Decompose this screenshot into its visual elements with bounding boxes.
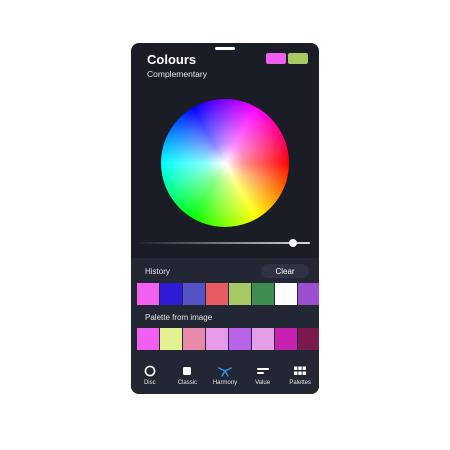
tab-label: Disc (143, 380, 156, 386)
palette-swatch[interactable] (137, 328, 160, 350)
tab-label: Palettes (289, 380, 312, 386)
history-label: History (145, 267, 170, 276)
history-swatch[interactable] (229, 283, 252, 305)
clear-history-button[interactable]: Clear (261, 264, 309, 278)
colour-wheel[interactable] (161, 99, 289, 227)
tab-harmony[interactable]: Harmony (206, 359, 244, 394)
tab-label: Harmony (212, 380, 238, 386)
history-swatch[interactable] (206, 283, 229, 305)
palette-swatch[interactable] (252, 328, 275, 350)
palette-swatch[interactable] (229, 328, 252, 350)
palette-swatch[interactable] (160, 328, 183, 350)
tab-label: Classic (177, 380, 198, 386)
palette-swatch[interactable] (298, 328, 319, 350)
disc-icon (143, 365, 157, 377)
history-swatch[interactable] (298, 283, 319, 305)
harmony-icon (218, 365, 232, 377)
page-title: Colours (147, 52, 197, 67)
history-swatch[interactable] (183, 283, 206, 305)
square-icon (180, 365, 194, 377)
palette-swatch[interactable] (183, 328, 206, 350)
grid-icon (293, 365, 307, 377)
tab-label: Value (255, 380, 271, 386)
current-colors (266, 53, 308, 64)
lower-panel: History Clear Palette from image Disc Cl… (131, 258, 319, 394)
harmony-mode-label[interactable]: Complementary (147, 69, 207, 79)
palette-swatches (137, 328, 319, 350)
value-icon (256, 365, 270, 377)
brightness-slider-track[interactable] (140, 242, 310, 244)
tab-disc[interactable]: Disc (131, 359, 169, 394)
palette-swatch[interactable] (206, 328, 229, 350)
current-color-swatch-2[interactable] (288, 53, 308, 64)
palette-swatch[interactable] (275, 328, 298, 350)
history-swatch[interactable] (137, 283, 160, 305)
drag-handle[interactable] (215, 47, 235, 50)
bottom-tab-bar: Disc Classic Harmony Value Palettes (131, 359, 319, 394)
history-swatch[interactable] (275, 283, 298, 305)
history-swatch[interactable] (252, 283, 275, 305)
brightness-slider-thumb[interactable] (289, 239, 297, 247)
history-swatch[interactable] (160, 283, 183, 305)
tab-value[interactable]: Value (244, 359, 282, 394)
tab-palettes[interactable]: Palettes (281, 359, 319, 394)
colour-picker-panel: Colours Complementary History Clear Pale… (131, 43, 319, 394)
current-color-swatch-1[interactable] (266, 53, 286, 64)
palette-from-image-label: Palette from image (145, 313, 213, 322)
tab-classic[interactable]: Classic (169, 359, 207, 394)
history-swatches (137, 283, 319, 305)
